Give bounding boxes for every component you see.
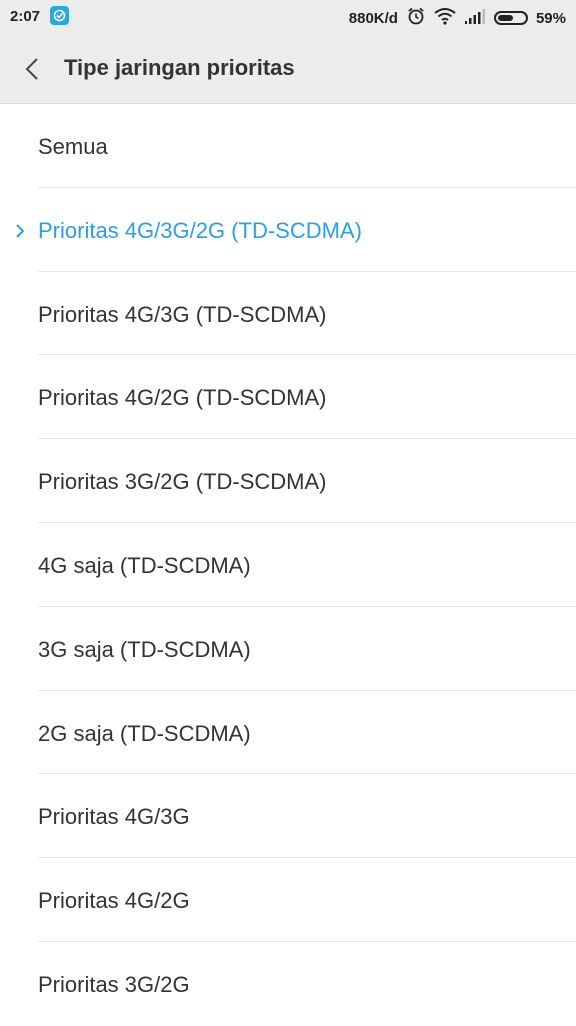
wifi-icon (434, 7, 456, 29)
status-time: 2:07 (10, 8, 41, 25)
network-option-label: Prioritas 4G/3G (TD-SCDMA) (38, 301, 327, 327)
network-option-label: 2G saja (TD-SCDMA) (38, 720, 251, 746)
network-option-label: Prioritas 4G/2G (38, 888, 190, 914)
app-header: Tipe jaringan prioritas (0, 32, 576, 104)
network-option-label: 3G saja (TD-SCDMA) (38, 636, 251, 662)
battery-percent: 59% (535, 9, 566, 27)
back-button[interactable] (16, 48, 52, 88)
network-option-item[interactable]: Semua (0, 104, 576, 188)
network-option-item[interactable]: 2G saja (TD-SCDMA) (0, 691, 576, 775)
network-option-item[interactable]: 4G saja (TD-SCDMA) (0, 523, 576, 607)
app-notification-icon (50, 6, 69, 25)
network-option-label: Prioritas 4G/3G/2G (TD-SCDMA) (38, 217, 362, 243)
network-option-label: Prioritas 3G/2G (38, 971, 190, 997)
network-option-item[interactable]: 3G saja (TD-SCDMA) (0, 607, 576, 691)
network-option-label: Prioritas 4G/3G (38, 804, 190, 830)
network-option-item[interactable]: Prioritas 4G/2G (TD-SCDMA) (0, 355, 576, 440)
page-title: Tipe jaringan prioritas (64, 55, 295, 80)
status-indicators: 880K/d 59% (349, 6, 566, 30)
alarm-icon (406, 6, 426, 30)
battery-level-fill (497, 15, 513, 21)
network-option-item[interactable]: Prioritas 3G/2G (TD-SCDMA) (0, 439, 576, 523)
network-option-label: Prioritas 4G/2G (TD-SCDMA) (38, 385, 327, 411)
signal-icon (464, 8, 486, 28)
network-option-item[interactable]: Prioritas 4G/3G/2G (TD-SCDMA) (0, 188, 576, 272)
battery-icon (493, 11, 528, 25)
network-option-label: Semua (38, 134, 108, 159)
network-option-item[interactable]: Prioritas 4G/3G (0, 774, 576, 859)
network-option-item[interactable]: Prioritas 4G/3G (TD-SCDMA) (0, 272, 576, 356)
selected-chevron-icon (14, 223, 26, 239)
network-option-item[interactable]: Prioritas 4G/2G (0, 858, 576, 942)
network-option-label: 4G saja (TD-SCDMA) (38, 552, 251, 578)
network-speed: 880K/d (348, 9, 398, 27)
status-bar: 2:07 880K/d 59% (0, 0, 576, 32)
network-option-item[interactable]: Prioritas 3G/2G (0, 942, 576, 1026)
network-option-label: Prioritas 3G/2G (TD-SCDMA) (38, 469, 327, 495)
network-type-list: Semua Prioritas 4G/3G/2G (TD-SCDMA) Priori… (0, 104, 576, 1026)
